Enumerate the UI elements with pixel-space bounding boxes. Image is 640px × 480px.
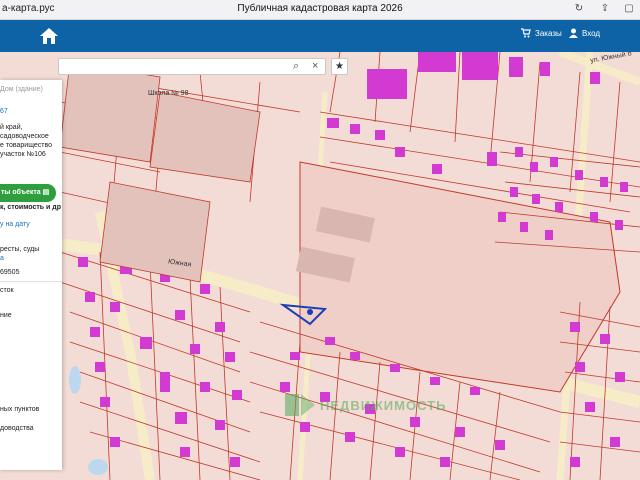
- orders-label: Заказы: [535, 28, 562, 38]
- clear-icon[interactable]: ×: [312, 60, 318, 72]
- top-navigation: Заказы Вход: [0, 20, 640, 52]
- star-icon: ★: [335, 61, 344, 72]
- refresh-icon[interactable]: ↻: [572, 2, 586, 16]
- cart-icon: [521, 28, 531, 38]
- school-label: Школа № 98: [148, 90, 189, 97]
- window-title: Публичная кадастровая карта 2026: [237, 3, 403, 14]
- search-input[interactable]: [63, 60, 283, 73]
- object-number: 67: [0, 108, 8, 115]
- favorite-button[interactable]: ★: [331, 58, 348, 75]
- tabs-icon[interactable]: ▢: [622, 2, 636, 16]
- address-line-4: участок №106: [0, 151, 46, 158]
- bottom-line-3: ных пунктов: [0, 406, 40, 413]
- bottom-line-2: ние: [0, 312, 12, 319]
- browser-titlebar: а-карта.рус Публичная кадастровая карта …: [0, 0, 640, 20]
- address-line-2: садоводческое: [0, 133, 49, 140]
- selected-marker-icon[interactable]: [307, 309, 313, 315]
- login-button[interactable]: Вход: [569, 28, 600, 38]
- courts-line-2[interactable]: а: [0, 255, 4, 262]
- object-code: 69505: [0, 269, 20, 276]
- watermark: НЕДВИЖИМОСТЬ: [285, 394, 446, 416]
- watermark-logo-icon: [285, 394, 315, 416]
- search-bar[interactable]: ⌕ ×: [58, 58, 326, 75]
- object-type-hint: Дом (здание): [0, 86, 43, 93]
- user-icon: [569, 28, 578, 38]
- object-info-panel: Дом (здание) 67 й край, садоводческое е …: [0, 80, 62, 470]
- address-line-3: е товарищество: [0, 142, 53, 149]
- share-icon[interactable]: ⇪: [598, 2, 612, 16]
- object-report-label: ты объекта: [1, 189, 41, 196]
- watermark-text: НЕДВИЖИМОСТЬ: [320, 397, 447, 413]
- report-subtitle: к, стоимость и др: [0, 204, 62, 211]
- address-line-1: й край,: [0, 124, 23, 131]
- login-label: Вход: [582, 28, 601, 38]
- courts-line-1: ресты, суды: [0, 246, 40, 253]
- object-report-button[interactable]: ты объекта ▤: [0, 184, 56, 202]
- bottom-line-4: доводства: [0, 425, 34, 432]
- divider: [0, 281, 62, 282]
- date-link[interactable]: у на дату: [0, 221, 30, 228]
- search-icon[interactable]: ⌕: [293, 60, 299, 73]
- home-icon[interactable]: [38, 26, 60, 46]
- orders-button[interactable]: Заказы: [521, 28, 562, 38]
- bottom-line-1: сток: [0, 287, 14, 294]
